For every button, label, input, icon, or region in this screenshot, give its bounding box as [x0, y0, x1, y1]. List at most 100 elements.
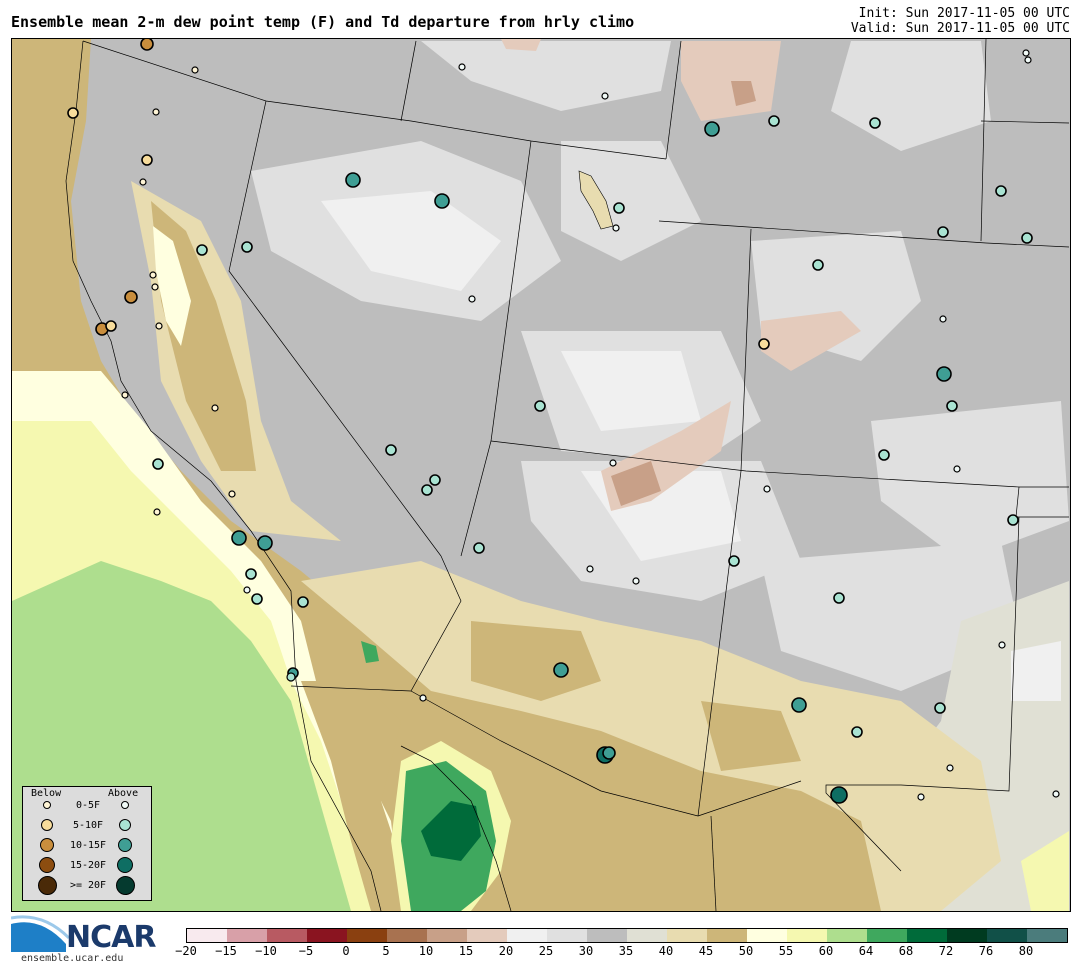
station-marker[interactable] [231, 530, 247, 546]
colorbar-swatch [267, 929, 307, 942]
station-marker[interactable] [613, 202, 625, 214]
station-marker[interactable] [140, 39, 154, 51]
station-marker[interactable] [812, 259, 824, 271]
station-marker[interactable] [257, 535, 273, 551]
station-marker[interactable] [1021, 232, 1033, 244]
map-canvas [12, 39, 1070, 911]
station-marker[interactable] [936, 366, 952, 382]
colorbar-swatch [747, 929, 787, 942]
station-marker[interactable] [429, 474, 441, 486]
station-marker[interactable] [419, 694, 427, 702]
station-marker[interactable] [152, 458, 164, 470]
station-marker[interactable] [191, 66, 199, 74]
station-marker[interactable] [152, 108, 160, 116]
station-marker[interactable] [434, 193, 450, 209]
station-marker[interactable] [612, 224, 620, 232]
station-marker[interactable] [934, 702, 946, 714]
legend-above-marker [117, 857, 133, 873]
station-marker[interactable] [763, 485, 771, 493]
legend-row-label: 0-5F [75, 800, 101, 811]
station-marker[interactable] [1007, 514, 1019, 526]
station-marker[interactable] [586, 565, 594, 573]
station-marker[interactable] [211, 404, 219, 412]
station-marker[interactable] [297, 596, 309, 608]
station-marker[interactable] [155, 322, 163, 330]
colorbar-tick-label: 60 [818, 944, 834, 958]
logo-url[interactable]: ensemble.ucar.edu [21, 953, 123, 964]
station-marker[interactable] [1024, 56, 1032, 64]
colorbar-tick-label: 0 [342, 944, 350, 958]
station-marker[interactable] [245, 568, 257, 580]
station-marker[interactable] [939, 315, 947, 323]
logo-wordmark: NCAR [66, 920, 156, 955]
station-marker[interactable] [286, 672, 296, 682]
colorbar-tick-label: 55 [778, 944, 794, 958]
station-marker[interactable] [946, 400, 958, 412]
station-marker[interactable] [105, 320, 117, 332]
station-marker[interactable] [791, 697, 807, 713]
station-marker[interactable] [251, 593, 263, 605]
station-marker[interactable] [833, 592, 845, 604]
station-marker[interactable] [153, 508, 161, 516]
station-marker[interactable] [1052, 790, 1060, 798]
station-marker[interactable] [869, 117, 881, 129]
legend-row-label: 5-10F [72, 820, 104, 831]
station-marker[interactable] [1022, 49, 1030, 57]
legend-above-marker [118, 838, 132, 852]
station-marker[interactable] [878, 449, 890, 461]
station-marker[interactable] [602, 746, 616, 760]
station-marker[interactable] [468, 295, 476, 303]
colorbar-tick-label: 40 [658, 944, 674, 958]
legend-row: 15-20F [23, 857, 151, 877]
station-marker[interactable] [458, 63, 466, 71]
station-marker[interactable] [758, 338, 770, 350]
station-marker[interactable] [534, 400, 546, 412]
colorbar-swatch [907, 929, 947, 942]
station-marker[interactable] [998, 641, 1006, 649]
station-marker[interactable] [67, 107, 79, 119]
legend-below-marker [39, 857, 55, 873]
station-marker[interactable] [830, 786, 848, 804]
colorbar-swatch [427, 929, 467, 942]
station-marker[interactable] [995, 185, 1007, 197]
station-marker[interactable] [632, 577, 640, 585]
station-marker[interactable] [139, 178, 147, 186]
station-marker[interactable] [228, 490, 236, 498]
station-marker[interactable] [149, 271, 157, 279]
station-marker[interactable] [953, 465, 961, 473]
station-marker[interactable] [917, 793, 925, 801]
station-marker[interactable] [385, 444, 397, 456]
colorbar-swatch [1027, 929, 1067, 942]
map-panel[interactable] [11, 38, 1071, 912]
station-marker[interactable] [473, 542, 485, 554]
station-marker[interactable] [937, 226, 949, 238]
station-marker[interactable] [704, 121, 720, 137]
colorbar-swatch [947, 929, 987, 942]
init-time: Init: Sun 2017-11-05 00 UTC [858, 6, 1070, 21]
colorbar-tick-label: 20 [498, 944, 514, 958]
station-marker[interactable] [124, 290, 138, 304]
station-marker[interactable] [553, 662, 569, 678]
station-marker[interactable] [421, 484, 433, 496]
station-marker[interactable] [121, 391, 129, 399]
station-marker[interactable] [946, 764, 954, 772]
colorbar-swatch [467, 929, 507, 942]
station-marker[interactable] [609, 459, 617, 467]
station-marker[interactable] [196, 244, 208, 256]
station-marker[interactable] [241, 241, 253, 253]
station-marker[interactable] [151, 283, 159, 291]
station-marker[interactable] [601, 92, 609, 100]
colorbar-swatch [707, 929, 747, 942]
map-title: Ensemble mean 2-m dew point temp (F) and… [11, 13, 635, 31]
station-marker[interactable] [345, 172, 361, 188]
station-marker[interactable] [728, 555, 740, 567]
colorbar-swatch [547, 929, 587, 942]
legend-row: 10-15F [23, 837, 151, 857]
colorbar-tick-label: 45 [698, 944, 714, 958]
colorbar-swatch [827, 929, 867, 942]
station-marker[interactable] [768, 115, 780, 127]
station-marker[interactable] [851, 726, 863, 738]
station-marker[interactable] [141, 154, 153, 166]
station-marker[interactable] [243, 586, 251, 594]
colorbar-swatch [867, 929, 907, 942]
